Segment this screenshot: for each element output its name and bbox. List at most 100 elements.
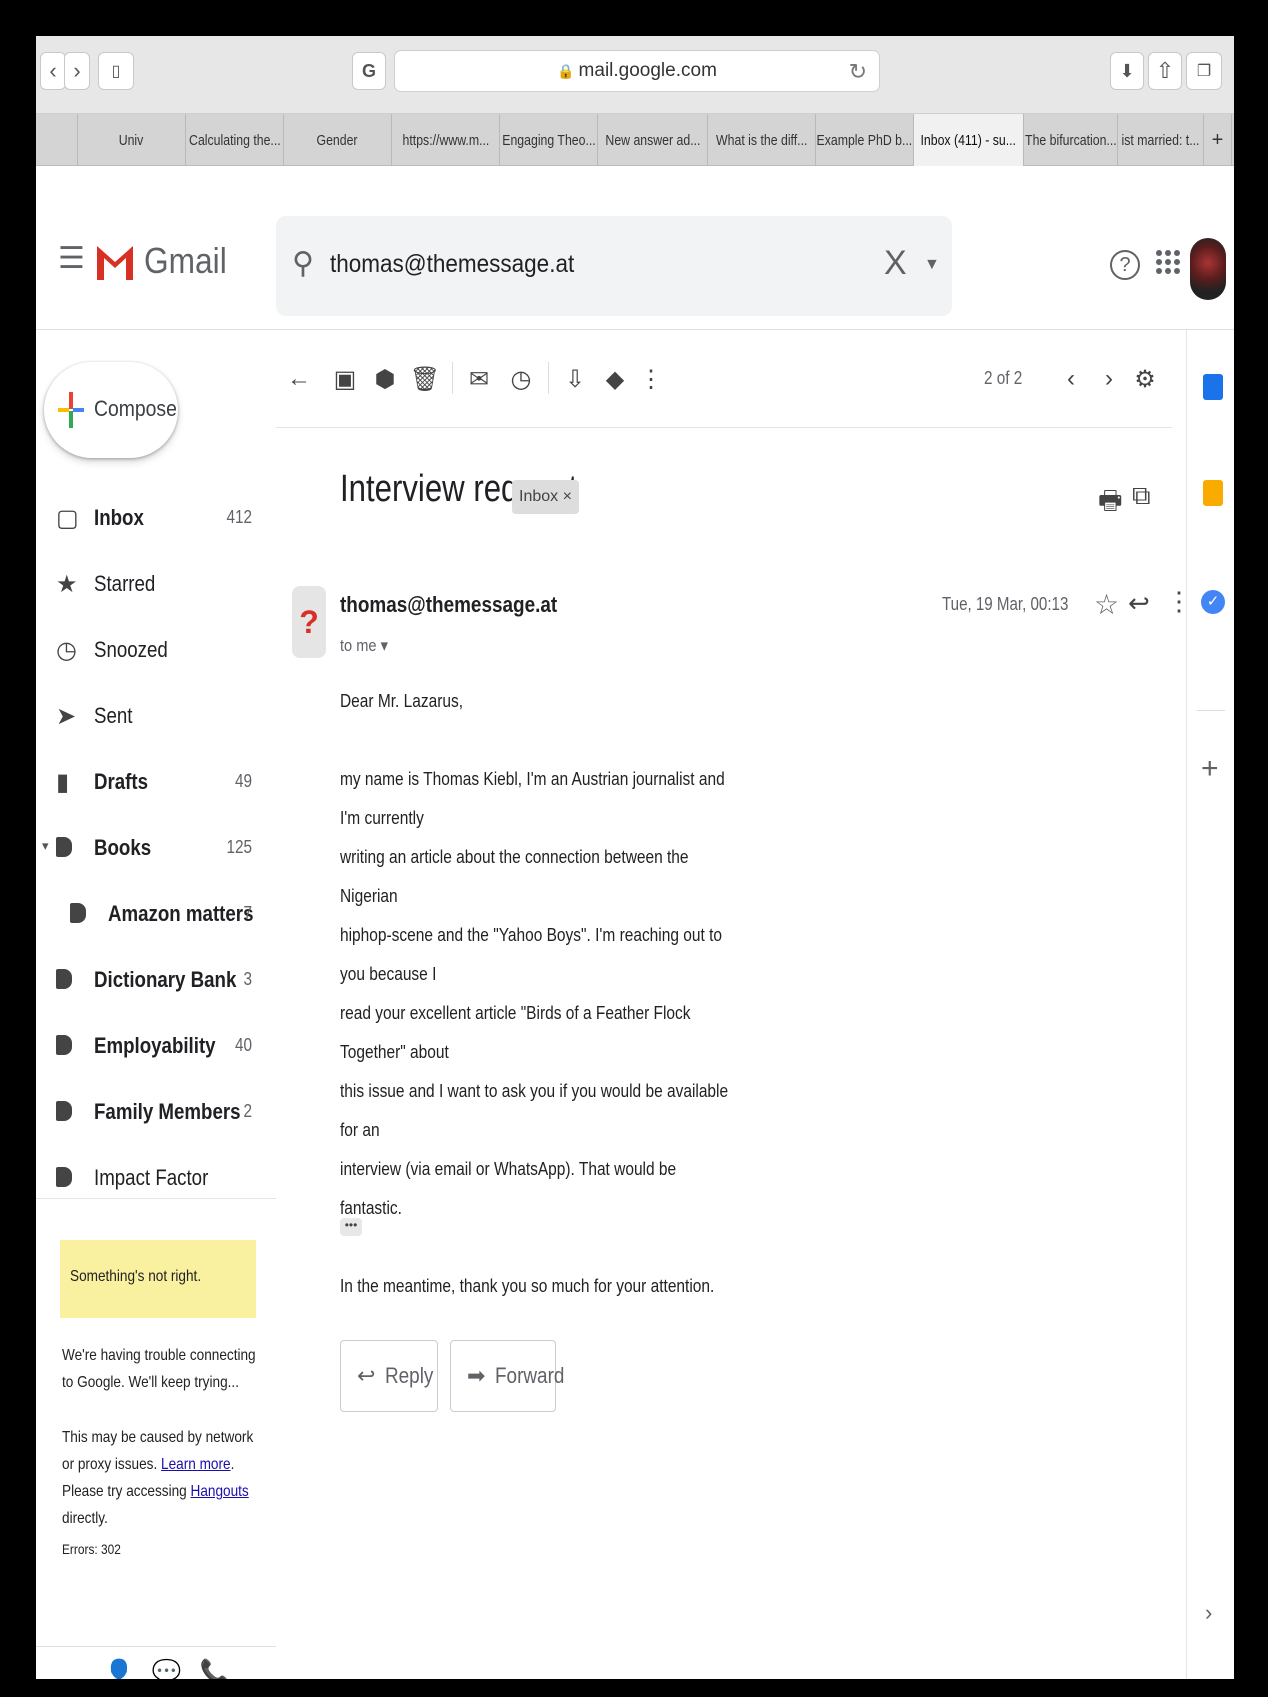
learn-more-link[interactable]: Learn more	[161, 1456, 231, 1473]
back-icon[interactable]: ‹	[40, 52, 66, 90]
pinned-tabs[interactable]	[36, 114, 78, 166]
sidebar-item-count: 412	[226, 507, 252, 527]
sidebar-item-dictionary-bank[interactable]: Dictionary Bank 3	[36, 952, 276, 1012]
browser-tab[interactable]: Example PhD b...	[816, 114, 914, 166]
phone-icon[interactable]: 📞	[200, 1658, 230, 1679]
browser-tab-label: The bifurcation...	[1024, 131, 1117, 149]
browser-tab[interactable]: ist married: t...	[1118, 114, 1204, 166]
star-icon[interactable]: ☆	[1094, 588, 1119, 621]
browser-tab-label: ist married: t...	[1121, 131, 1200, 149]
browser-tab[interactable]: Univ	[78, 114, 186, 166]
hangouts-icon[interactable]: 💬	[152, 1658, 182, 1679]
star-icon: ★	[56, 571, 78, 598]
delete-icon[interactable]: 🗑	[410, 364, 440, 394]
archive-icon[interactable]: ▣	[332, 364, 358, 394]
browser-tab-label: Inbox (411) - su...	[920, 131, 1017, 149]
expand-toggle-icon[interactable]: ▾	[42, 838, 49, 854]
recipient-details[interactable]: to me ▾	[340, 636, 388, 656]
search-bar[interactable]: ⚲ thomas@themessage.at X ▼	[276, 216, 952, 316]
download-icon[interactable]: ⬇	[1110, 52, 1144, 90]
sidebar-item-books[interactable]: ▾ Books 125	[36, 820, 276, 880]
new-tab-button[interactable]: +	[1204, 114, 1232, 166]
browser-tab[interactable]: What is the diff...	[708, 114, 816, 166]
label-icon	[56, 834, 78, 862]
sidebar-item-family-members[interactable]: Family Members 2	[36, 1084, 276, 1144]
sender-email[interactable]: thomas@themessage.at	[340, 592, 557, 618]
keep-icon[interactable]	[1203, 480, 1223, 506]
body-line: In the meantime, thank you so much for y…	[340, 1276, 715, 1296]
sidebar-item-label: Amazon matters	[108, 901, 254, 926]
hangouts-bar: 👤 💬 📞	[104, 1658, 230, 1679]
forward-button[interactable]: ➡ Forward	[450, 1340, 565, 1412]
print-icon[interactable]: 🖶	[1098, 482, 1123, 526]
draft-icon: ▮	[56, 769, 70, 796]
sidebar-toggle-icon[interactable]: ▯	[98, 52, 134, 90]
older-icon[interactable]: ›	[1096, 364, 1122, 394]
browser-tab[interactable]: https://www.m...	[392, 114, 500, 166]
trouble-text-content: We're having trouble connecting to Googl…	[62, 1347, 256, 1391]
browser-tab[interactable]: Inbox (411) - su...	[914, 114, 1024, 166]
mark-unread-icon[interactable]: ✉	[466, 364, 492, 394]
sidebar-item-snoozed[interactable]: ◷ Snoozed	[36, 622, 276, 682]
browser-tabs: Univ Calculating the... Gender https://www.…	[36, 114, 1234, 166]
sidebar-item-amazon-matters[interactable]: Amazon matters 7	[36, 886, 276, 946]
body-line: interview (via email or WhatsApp). That …	[340, 1159, 677, 1218]
newer-icon[interactable]: ‹	[1058, 364, 1084, 394]
reload-icon[interactable]: ↻	[849, 59, 867, 85]
address-bar[interactable]: 🔒 mail.google.com ↻	[394, 50, 880, 92]
add-addon-icon[interactable]: +	[1201, 752, 1219, 786]
back-arrow-icon[interactable]: ←	[286, 364, 312, 394]
settings-icon[interactable]: ⚙	[1132, 364, 1158, 394]
sidebar-item-label: Starred	[94, 571, 156, 596]
show-trimmed-content-button[interactable]: •••	[340, 1218, 362, 1236]
compose-button[interactable]: Compose	[44, 362, 178, 458]
extension-icon[interactable]: G	[352, 52, 386, 90]
share-icon[interactable]: ⇧	[1148, 52, 1182, 90]
browser-tab[interactable]: Calculating the...	[186, 114, 284, 166]
sidebar-item-impact-factor[interactable]: Impact Factor	[36, 1150, 276, 1210]
inbox-icon: ▢	[56, 505, 79, 532]
open-new-window-icon[interactable]: ⧉	[1132, 480, 1151, 512]
person-icon[interactable]: 👤	[104, 1658, 134, 1679]
search-input[interactable]: thomas@themessage.at	[330, 250, 574, 279]
forward-icon[interactable]: ›	[64, 52, 90, 90]
sidebar-item-drafts[interactable]: ▮ Drafts 49	[36, 754, 276, 814]
clear-search-icon[interactable]: X	[884, 244, 907, 283]
browser-tab[interactable]: Engaging Theo...	[500, 114, 598, 166]
menu-icon[interactable]: ☰	[58, 241, 85, 276]
search-options-icon[interactable]: ▼	[924, 256, 940, 274]
expand-panel-icon[interactable]: ›	[1205, 1600, 1212, 1626]
clock-icon: ◷	[56, 637, 77, 664]
help-icon[interactable]: ?	[1110, 250, 1140, 280]
browser-tab-label: New answer ad...	[604, 131, 701, 149]
tabs-overview-icon[interactable]: ❐	[1186, 52, 1222, 90]
sidebar-item-count: 3	[243, 969, 252, 989]
avatar[interactable]	[1190, 238, 1226, 300]
body-line: read your excellent article "Birds of a …	[340, 1003, 691, 1062]
move-to-icon[interactable]: ⇩	[562, 364, 588, 394]
hangouts-link[interactable]: Hangouts	[191, 1483, 249, 1500]
sidebar-item-starred[interactable]: ★ Starred	[36, 556, 276, 616]
tasks-icon[interactable]: ✓	[1201, 590, 1225, 614]
label-icon	[56, 966, 78, 994]
browser-tab[interactable]: The bifurcation...	[1024, 114, 1118, 166]
reply-button[interactable]: ↩ Reply	[340, 1340, 438, 1412]
calendar-icon[interactable]	[1203, 374, 1223, 400]
search-icon[interactable]: ⚲	[292, 246, 314, 281]
gmail-logo-icon[interactable]	[94, 236, 136, 284]
report-spam-icon[interactable]: ⬢	[372, 364, 398, 394]
sidebar-item-employability[interactable]: Employability 40	[36, 1018, 276, 1078]
side-panel: ✓ + ›	[1186, 330, 1234, 1679]
reply-icon[interactable]: ↩	[1128, 588, 1150, 619]
more-icon[interactable]: ⋮	[638, 364, 664, 394]
label-icon[interactable]: ◆	[602, 364, 628, 394]
sidebar-item-sent[interactable]: ➤ Sent	[36, 688, 276, 748]
browser-tab[interactable]: Gender	[284, 114, 392, 166]
apps-grid-icon[interactable]	[1156, 250, 1180, 274]
email-body: Dear Mr. Lazarus, my name is Thomas Kiebl…	[340, 682, 736, 1423]
browser-tab[interactable]: New answer ad...	[598, 114, 708, 166]
sidebar-item-inbox[interactable]: ▢ Inbox 412	[36, 490, 276, 550]
sidebar-item-count: 40	[234, 1035, 252, 1055]
snooze-icon[interactable]: ◷	[508, 364, 534, 394]
inbox-label-chip[interactable]: Inbox ×	[512, 480, 579, 514]
